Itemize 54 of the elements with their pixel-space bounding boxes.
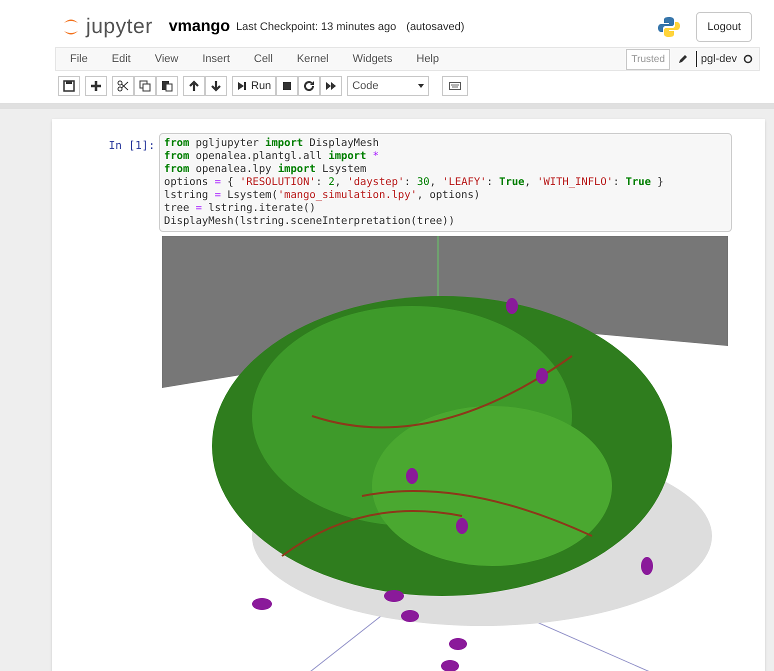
plus-icon	[90, 80, 102, 92]
logo-icon	[62, 17, 80, 37]
menu-item[interactable]: View	[154, 50, 178, 68]
code-line: options = { 'RESOLUTION': 2, 'daystep': 30, 'LEAFY': True, 'WITH_INFLO': True }	[164, 176, 665, 189]
code-line: DisplayMesh(lstring.sceneInterpretation(tree))	[164, 215, 456, 228]
arrow-up-icon	[188, 80, 200, 92]
menu-item[interactable]: Kernel	[296, 50, 329, 68]
menu-item[interactable]: Edit	[112, 50, 131, 68]
kernel-name[interactable]: pgl-dev	[696, 50, 737, 68]
insert-cell-button[interactable]	[85, 76, 107, 96]
step-forward-icon	[237, 81, 247, 91]
copy-icon	[139, 80, 151, 92]
code-line: tree = lstring.iterate()	[164, 202, 317, 215]
autosave-status: (autosaved)	[406, 20, 464, 35]
code-line: from openalea.plantgl.all import *	[164, 150, 380, 163]
logout-button[interactable]: Logout	[696, 12, 752, 42]
keyboard-button[interactable]	[442, 76, 468, 96]
checkpoint-text: Last Checkpoint: 13 minutes ago	[236, 20, 396, 35]
3d-plant-render-drawing[interactable]	[162, 236, 728, 671]
dropdown-caret-icon	[418, 84, 424, 88]
restart-button[interactable]	[298, 76, 320, 96]
menu-item[interactable]: File	[70, 50, 88, 68]
move-up-button[interactable]	[183, 76, 205, 96]
copy-button[interactable]	[134, 76, 156, 96]
logo-text: jupyter	[86, 14, 153, 40]
fast-forward-icon	[325, 80, 338, 92]
keyboard-icon	[449, 82, 462, 90]
cut-button[interactable]	[112, 76, 134, 96]
stop-button[interactable]	[276, 76, 298, 96]
pencil-icon[interactable]	[678, 54, 688, 64]
arrow-down-icon	[210, 80, 222, 92]
stop-icon	[281, 80, 294, 92]
code-input[interactable]	[159, 133, 732, 232]
code-line: from openalea.lpy import Lsystem	[164, 163, 368, 176]
kernel-idle-icon	[743, 54, 753, 64]
menu-item[interactable]: Help	[416, 50, 439, 68]
save-button[interactable]	[58, 76, 80, 96]
save-icon	[63, 80, 75, 92]
code-line: from pgljupyter import DisplayMesh	[164, 137, 380, 150]
scissors-icon	[117, 80, 129, 92]
paste-icon	[161, 80, 173, 92]
input-prompt: In [1]:	[108, 138, 156, 154]
run-button[interactable]: Run	[232, 76, 276, 96]
notebook-name[interactable]: vmango	[168, 15, 230, 39]
python-logo-icon	[658, 16, 680, 38]
menu-item[interactable]: Insert	[202, 50, 230, 68]
restart-icon	[303, 80, 316, 92]
menu-item[interactable]: Cell	[254, 50, 273, 68]
code-line: lstring = Lsystem('mango_simulation.lpy', options)	[164, 189, 482, 202]
paste-button[interactable]	[156, 76, 178, 96]
menu-item[interactable]: Widgets	[352, 50, 392, 68]
cell-type-select[interactable]: Code	[347, 76, 430, 96]
run-all-button[interactable]	[320, 76, 342, 96]
move-down-button[interactable]	[205, 76, 227, 96]
